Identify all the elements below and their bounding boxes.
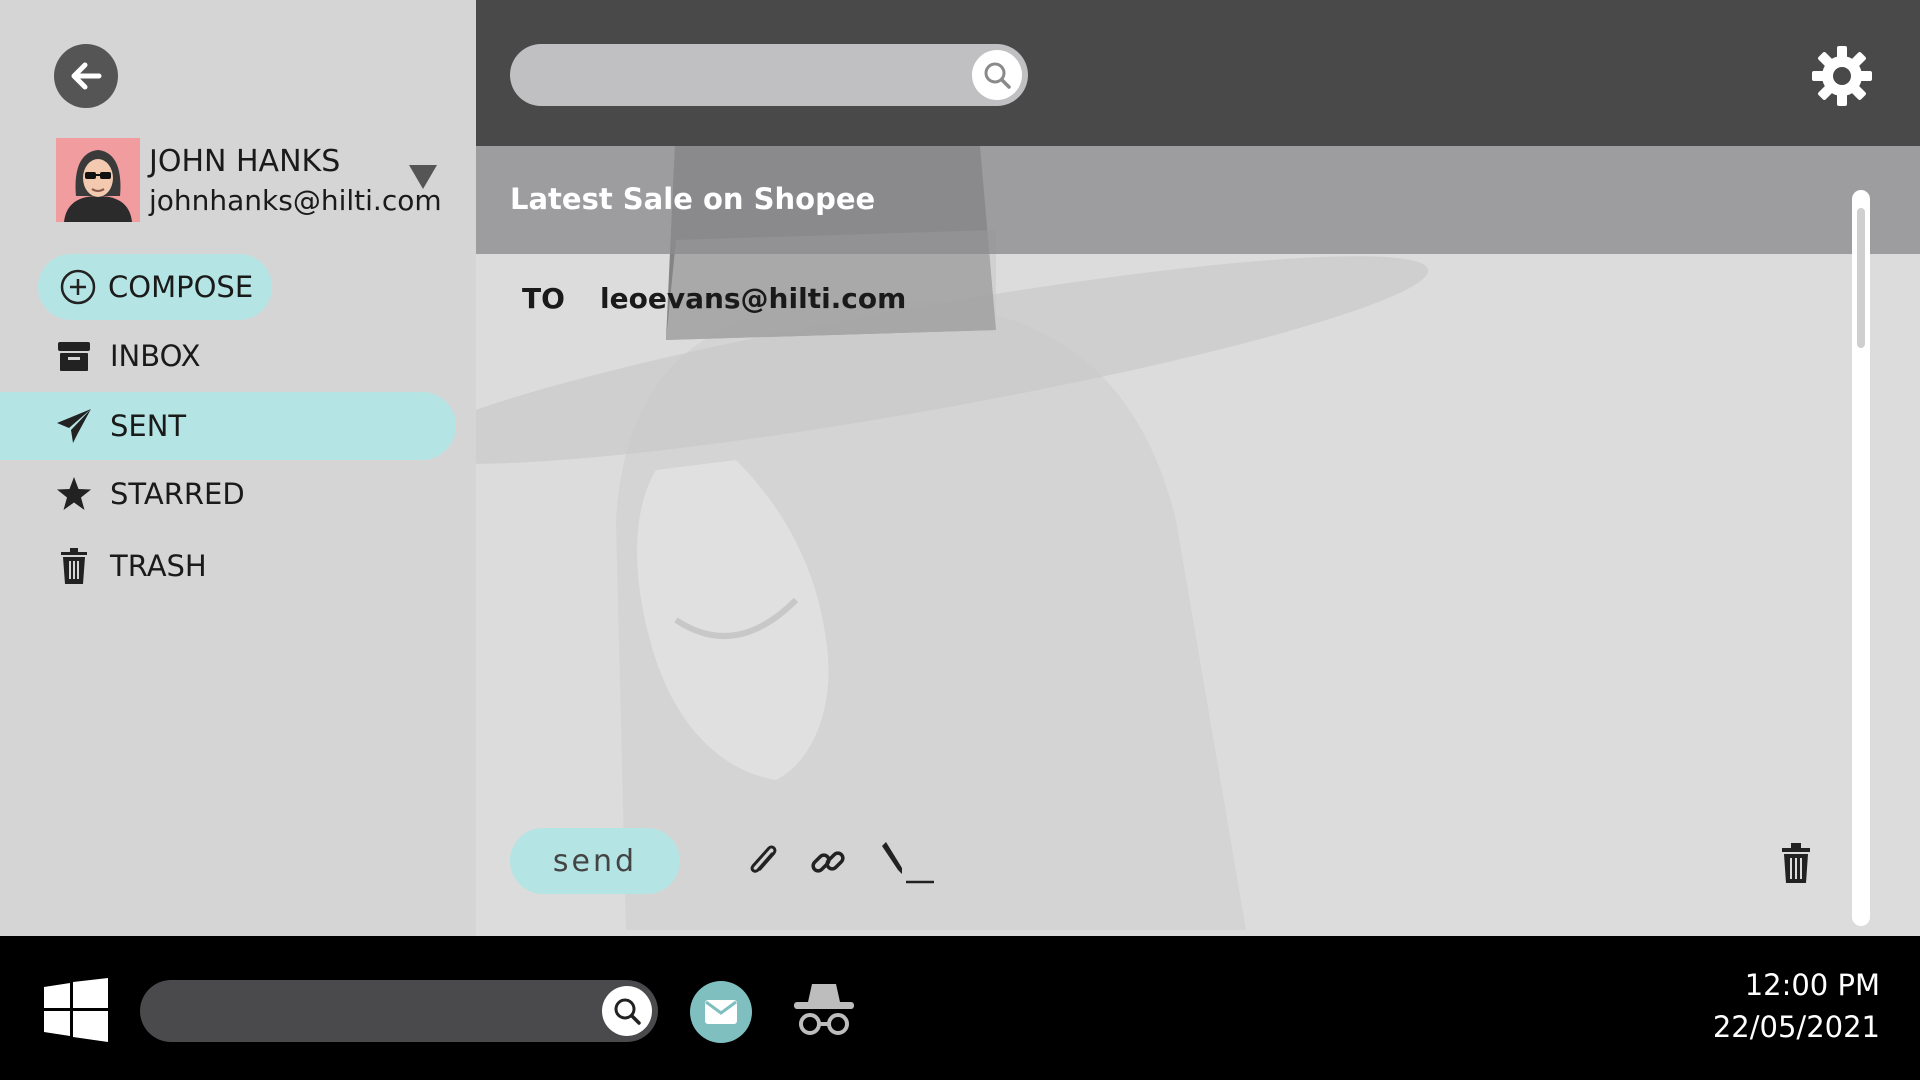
taskbar-search-button[interactable]: [602, 986, 652, 1036]
clock-date: 22/05/2021: [1712, 1010, 1880, 1044]
signature-button[interactable]: [878, 840, 936, 886]
windows-logo-icon: [44, 978, 108, 1042]
account-profile: JOHN HANKS johnhanks@hilti.com: [56, 138, 442, 222]
compose-label: COMPOSE: [108, 270, 254, 304]
scrollbar-thumb[interactable]: [1857, 208, 1865, 348]
account-dropdown[interactable]: [408, 164, 438, 194]
incognito-spy-icon: [794, 984, 854, 1035]
send-icon: [54, 406, 94, 446]
trash-icon: [54, 546, 94, 586]
signature-pen-icon: [882, 842, 934, 884]
sidebar-item-trash[interactable]: TRASH: [54, 546, 207, 586]
search-input[interactable]: [534, 44, 938, 108]
main-panel: Latest Sale on Shopee TO leoevans@hilti.…: [476, 0, 1920, 936]
discard-button[interactable]: [1780, 842, 1812, 884]
gear-icon: [1812, 46, 1872, 106]
email-subject: Latest Sale on Shopee: [510, 182, 876, 216]
clock-time: 12:00 PM: [1744, 968, 1880, 1002]
envelope-icon: [705, 1000, 737, 1024]
user-email: johnhanks@hilti.com: [149, 184, 442, 217]
sidebar-item-sent[interactable]: SENT: [0, 392, 456, 460]
trash-icon: [1782, 843, 1810, 883]
settings-button[interactable]: [1810, 44, 1874, 108]
search-icon: [614, 998, 641, 1025]
search-icon: [984, 62, 1011, 89]
search-bar[interactable]: [510, 44, 1028, 108]
recipient-field[interactable]: leoevans@hilti.com: [600, 282, 906, 315]
sidebar-item-starred[interactable]: STARRED: [54, 474, 245, 514]
search-button[interactable]: [972, 50, 1022, 100]
compose-button[interactable]: COMPOSE: [38, 254, 272, 320]
back-button[interactable]: [54, 44, 118, 108]
sidebar-item-label: TRASH: [110, 549, 207, 583]
sidebar-item-inbox[interactable]: INBOX: [54, 336, 200, 376]
sidebar-item-label: SENT: [110, 409, 187, 443]
to-label: TO: [522, 282, 565, 315]
plus-circle-icon: [58, 267, 98, 307]
system-clock: 12:00 PM 22/05/2021: [1713, 964, 1880, 1048]
sidebar-item-label: INBOX: [110, 339, 201, 373]
link-icon: [811, 851, 845, 873]
user-name: JOHN HANKS: [149, 144, 341, 179]
subject-bar: Latest Sale on Shopee: [476, 146, 1920, 254]
sidebar-item-label: STARRED: [110, 477, 245, 511]
sidebar: JOHN HANKS johnhanks@hilti.com COMPOSE I…: [0, 0, 476, 936]
star-icon: [54, 474, 94, 514]
triangle-down-icon: [409, 165, 437, 189]
taskbar: 12:00 PM 22/05/2021: [0, 936, 1920, 1080]
mail-app-button[interactable]: [690, 981, 752, 1043]
start-button[interactable]: [44, 978, 108, 1046]
taskbar-search-bar[interactable]: [140, 980, 658, 1042]
spy-app-button[interactable]: [788, 976, 860, 1048]
send-button[interactable]: send: [510, 828, 680, 894]
link-button[interactable]: [810, 844, 846, 880]
attach-button[interactable]: [744, 842, 784, 882]
top-bar: [476, 0, 1920, 146]
scrollbar[interactable]: [1852, 190, 1870, 926]
inbox-icon: [54, 336, 94, 376]
arrow-left-icon: [71, 62, 102, 90]
paperclip-icon: [750, 845, 777, 873]
avatar: [56, 138, 140, 222]
